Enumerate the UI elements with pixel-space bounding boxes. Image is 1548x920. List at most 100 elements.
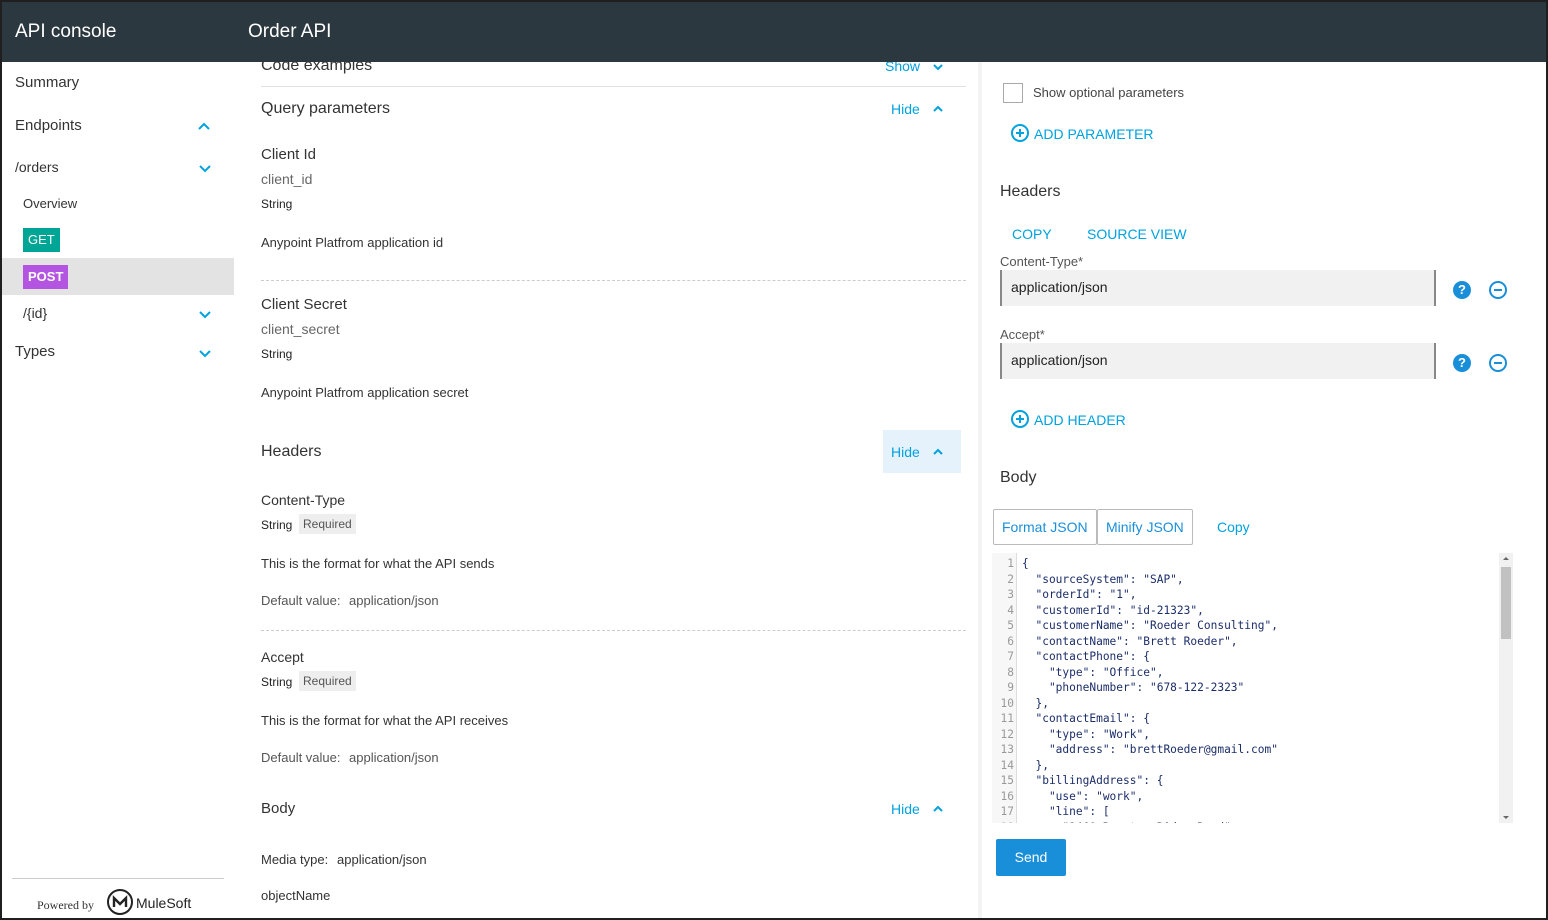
param-type: String: [261, 347, 293, 361]
header-title: Content-Type: [261, 492, 346, 508]
content-type-input[interactable]: application/json: [1000, 270, 1436, 306]
sidebar-item-summary[interactable]: Summary: [2, 74, 236, 94]
line-number: 6: [1007, 634, 1014, 648]
method-get-badge[interactable]: GET: [23, 228, 60, 252]
header-type: String: [261, 675, 293, 689]
sidebar-item-orders[interactable]: /orders: [2, 159, 236, 179]
chevron-down-icon[interactable]: [197, 345, 213, 361]
code-line: "type": "Office",: [1022, 665, 1164, 679]
sidebar-item-types[interactable]: Types: [2, 343, 236, 363]
required-badge: Required: [299, 514, 356, 534]
powered-by-label: Powered by: [37, 898, 94, 912]
source-view-button[interactable]: SOURCE VIEW: [1087, 226, 1187, 242]
chevron-down-icon[interactable]: [197, 306, 213, 322]
code-line: "2460 Rooster Ridge Road": [1022, 821, 1230, 824]
chevron-up-icon[interactable]: [931, 102, 945, 116]
divider: [261, 280, 966, 281]
headers-title: Headers: [261, 443, 322, 460]
code-line: {: [1022, 557, 1029, 570]
sidebar-item-label: Endpoints: [15, 117, 82, 134]
line-number: 17: [1000, 805, 1014, 818]
add-parameter-button[interactable]: ADD PARAMETER: [1034, 126, 1154, 142]
header-title: Accept: [261, 649, 304, 665]
show-optional-checkbox[interactable]: [1003, 83, 1023, 103]
sidebar-item-id[interactable]: /{id}: [2, 305, 236, 325]
divider: [261, 630, 966, 631]
code-line: },: [1022, 758, 1049, 772]
param-description: Anypoint Platfrom application secret: [261, 385, 469, 400]
method-post-badge[interactable]: POST: [23, 265, 69, 289]
code-line: "sourceSystem": "SAP",: [1022, 572, 1184, 586]
sidebar-footer: Powered by MuleSoft: [12, 878, 224, 918]
param-title: Client Id: [261, 146, 317, 163]
show-optional-label: Show optional parameters: [1033, 85, 1185, 100]
top-bar: API console Order API: [2, 2, 1546, 62]
headers-hide-toggle[interactable]: Hide: [891, 444, 920, 460]
line-number: 2: [1007, 572, 1014, 586]
chevron-up-icon[interactable]: [931, 802, 945, 816]
copy-headers-button[interactable]: COPY: [1012, 226, 1052, 242]
help-icon[interactable]: ?: [1453, 354, 1471, 372]
body-title: Body: [261, 800, 296, 817]
line-number: 13: [1000, 743, 1014, 756]
line-number: 11: [1000, 712, 1014, 725]
documentation-panel: Code examples Show Query parameters Hide…: [236, 62, 978, 918]
chevron-down-icon[interactable]: [197, 160, 213, 176]
line-number: 18: [992, 821, 1014, 824]
line-number: 4: [1007, 603, 1014, 617]
code-line: "billingAddress": {: [1022, 774, 1164, 787]
remove-circle-icon[interactable]: [1489, 354, 1507, 372]
add-circle-icon[interactable]: [1011, 410, 1029, 428]
default-value-label: Default value:: [261, 750, 341, 765]
help-icon[interactable]: ?: [1453, 281, 1471, 299]
param-title: Client Secret: [261, 296, 347, 313]
mulesoft-logo-icon: [107, 889, 133, 915]
code-line: "orderId": "1",: [1022, 588, 1137, 601]
line-number: 14: [1000, 758, 1014, 772]
code-line: "contactEmail": {: [1022, 712, 1150, 725]
required-badge: Required: [299, 671, 356, 691]
accept-input[interactable]: application/json: [1000, 343, 1436, 379]
media-type-value: application/json: [337, 852, 427, 867]
chevron-up-icon[interactable]: [931, 445, 945, 459]
sidebar: Summary Endpoints /orders Overview GET P…: [2, 62, 236, 918]
line-number: 10: [1000, 696, 1014, 710]
code-line: "contactPhone": {: [1022, 650, 1150, 663]
chevron-up-icon[interactable]: [196, 119, 212, 135]
remove-circle-icon[interactable]: [1489, 281, 1507, 299]
sidebar-item-overview[interactable]: Overview: [2, 196, 236, 216]
json-body-editor[interactable]: 1 {2 "sourceSystem": "SAP", 3 "orderId": "…: [992, 553, 1514, 823]
param-description: Anypoint Platfrom application id: [261, 235, 444, 250]
chevron-down-icon[interactable]: [931, 62, 945, 74]
sidebar-item-endpoints[interactable]: Endpoints: [2, 117, 236, 137]
code-line: "type": "Work",: [1022, 727, 1150, 741]
scrollbar-thumb[interactable]: [1501, 567, 1511, 639]
minify-json-button[interactable]: Minify JSON: [1097, 509, 1193, 545]
line-number: 8: [1007, 665, 1014, 679]
code-examples-show-toggle[interactable]: Show: [885, 62, 920, 74]
line-number: 15: [1000, 774, 1014, 787]
app-title: API console: [15, 21, 117, 42]
body-hide-toggle[interactable]: Hide: [891, 801, 920, 817]
code-line: "customerName": "Roeder Consulting",: [1022, 619, 1278, 632]
line-number: 16: [1000, 789, 1014, 803]
request-headers-title: Headers: [1000, 183, 1061, 200]
sidebar-item-label: Overview: [23, 196, 78, 211]
line-number: 12: [1000, 727, 1014, 741]
param-type: String: [261, 197, 293, 211]
format-json-button[interactable]: Format JSON: [993, 509, 1097, 545]
page-title: Order API: [248, 21, 332, 42]
line-number: 5: [1007, 619, 1014, 632]
line-number: 7: [1007, 650, 1014, 663]
copy-body-button[interactable]: Copy: [1217, 519, 1250, 535]
send-button[interactable]: Send: [996, 839, 1066, 876]
code-line: "contactName": "Brett Roeder",: [1022, 634, 1238, 648]
code-examples-title: Code examples: [261, 62, 373, 74]
editor-scrollbar[interactable]: [1499, 553, 1513, 823]
code-line: "use": "work",: [1022, 789, 1144, 803]
header-field-label: Content-Type*: [1000, 254, 1084, 269]
code-line: "phoneNumber": "678-122-2323": [1022, 681, 1245, 694]
add-header-button[interactable]: ADD HEADER: [1034, 412, 1126, 428]
add-circle-icon[interactable]: [1011, 124, 1029, 142]
query-parameters-hide-toggle[interactable]: Hide: [891, 101, 920, 117]
